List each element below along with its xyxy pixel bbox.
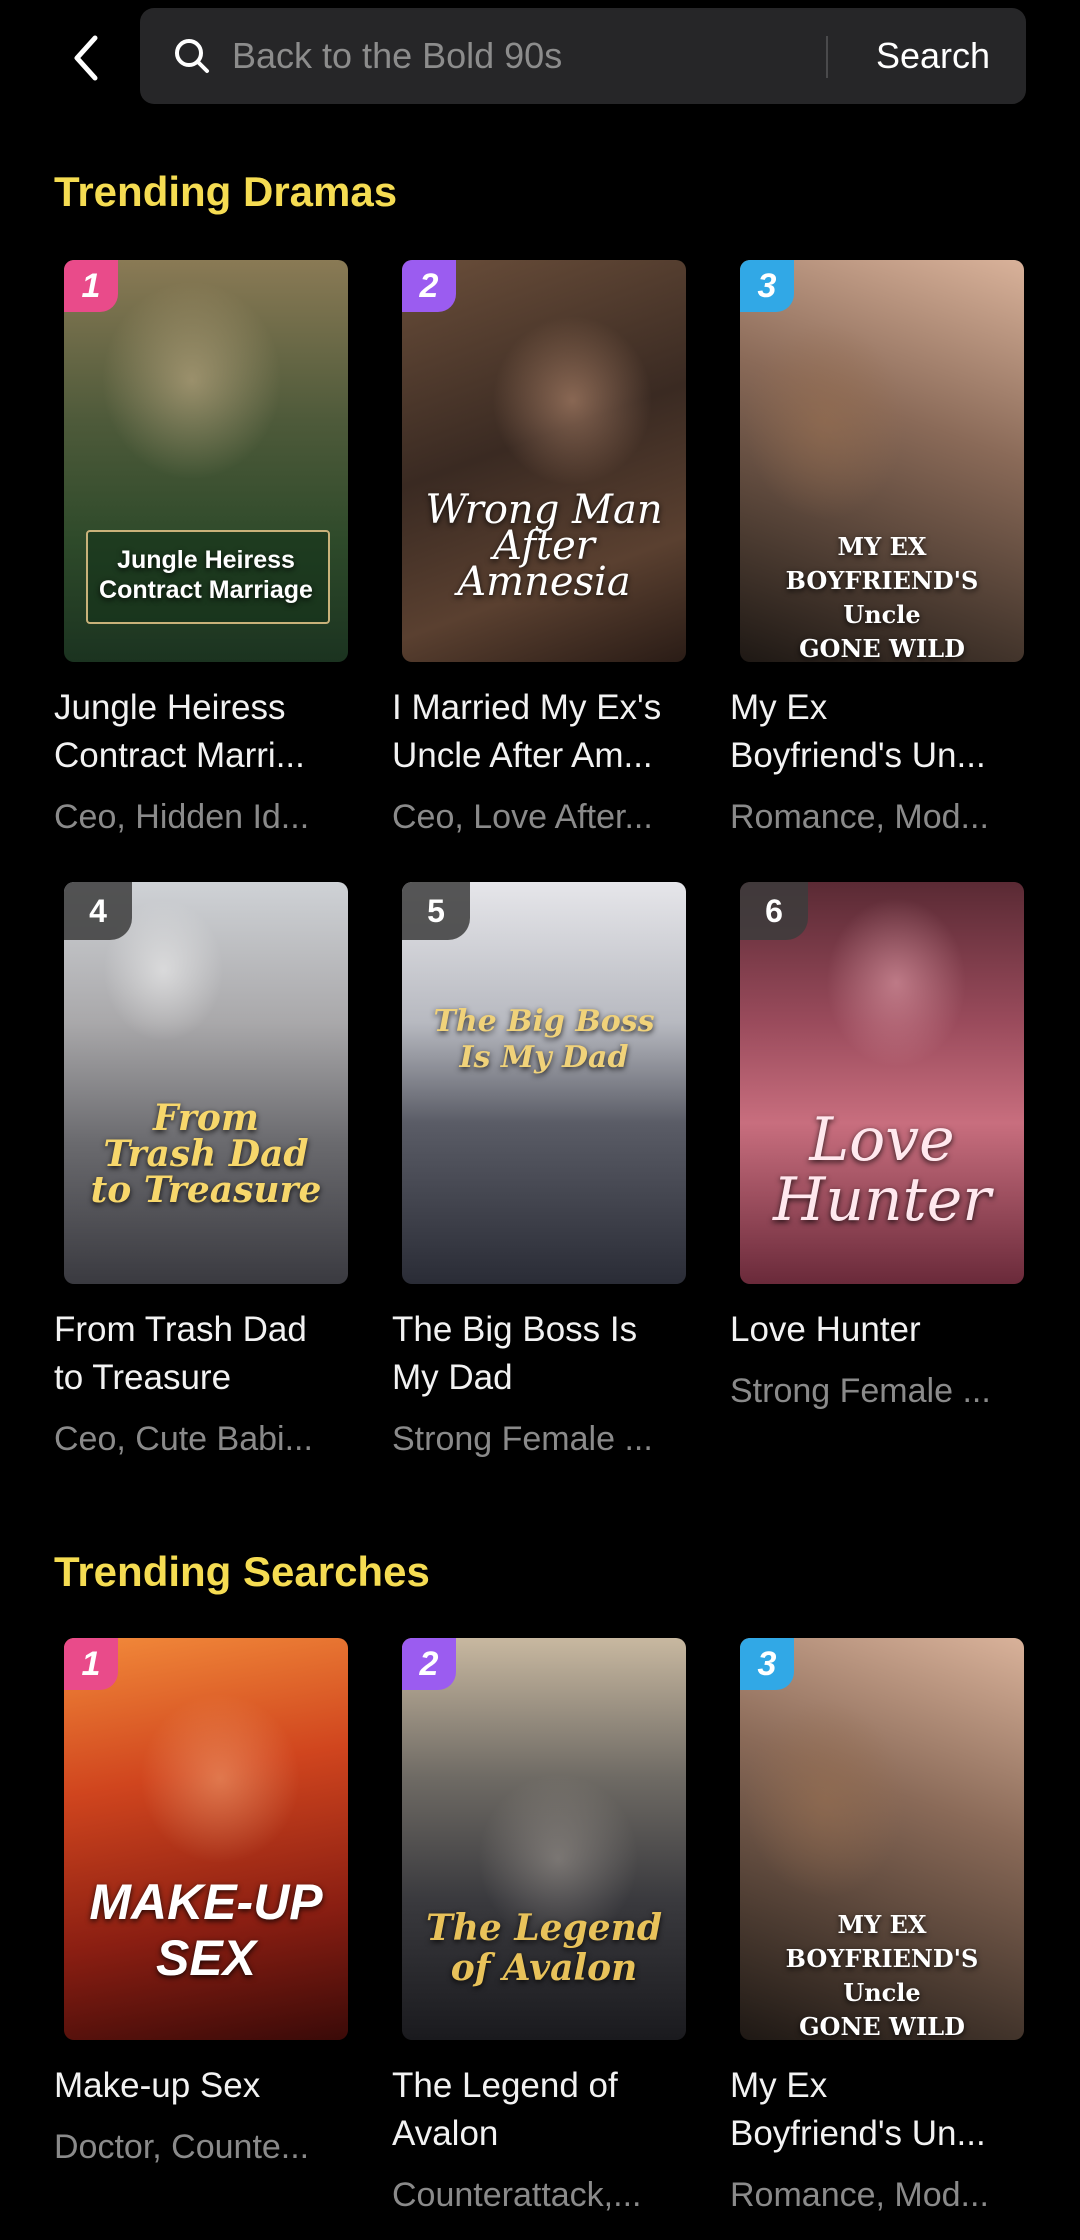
poster-image[interactable]: The Legend of Avalon 2 bbox=[402, 1638, 686, 2040]
rank-badge: 6 bbox=[740, 882, 808, 940]
header-bar: Back to the Bold 90s Search bbox=[0, 0, 1080, 120]
card-tags: Ceo, Love After... bbox=[392, 798, 653, 836]
poster-text: MAKE-UP SEX bbox=[89, 1874, 323, 1986]
rank-badge: 5 bbox=[402, 882, 470, 940]
rank-badge: 2 bbox=[402, 1638, 456, 1690]
card-title[interactable]: I Married My Ex's Uncle After Am... bbox=[392, 684, 692, 780]
card-tags: Romance, Mod... bbox=[730, 798, 989, 836]
section-title-trending-dramas: Trending Dramas bbox=[54, 168, 398, 215]
card-title[interactable]: The Legend of Avalon bbox=[392, 2062, 692, 2158]
card-title[interactable]: Make-up Sex bbox=[54, 2062, 354, 2110]
poster-image[interactable]: MY EX BOYFRIEND'S Uncle GONE WILD 3 bbox=[740, 260, 1024, 662]
card-tags: Counterattack,... bbox=[392, 2176, 642, 2214]
card-tags: Ceo, Cute Babi... bbox=[54, 1420, 313, 1458]
card-tags: Doctor, Counte... bbox=[54, 2128, 310, 2166]
back-button[interactable] bbox=[60, 28, 112, 88]
rank-badge: 3 bbox=[740, 260, 794, 312]
rank-badge: 1 bbox=[64, 1638, 118, 1690]
poster-image[interactable]: Love Hunter 6 bbox=[740, 882, 1024, 1284]
search-divider bbox=[826, 36, 828, 78]
rank-badge: 1 bbox=[64, 260, 118, 312]
card-title[interactable]: The Big Boss Is My Dad bbox=[392, 1306, 692, 1402]
card-title[interactable]: My Ex Boyfriend's Un... bbox=[730, 2062, 1030, 2158]
card-title[interactable]: My Ex Boyfriend's Un... bbox=[730, 684, 1030, 780]
poster-text: Wrong Man After Amnesia bbox=[425, 487, 663, 605]
poster-image[interactable]: MAKE-UP SEX 1 bbox=[64, 1638, 348, 2040]
card-tags: Romance, Mod... bbox=[730, 2176, 989, 2214]
poster-text: MY EX BOYFRIEND'S Uncle GONE WILD bbox=[785, 532, 979, 662]
search-button[interactable]: Search bbox=[840, 8, 1026, 104]
poster-text: The Legend of Avalon bbox=[425, 1907, 663, 1989]
poster-image[interactable]: Jungle Heiress Contract Marriage 1 bbox=[64, 260, 348, 662]
poster-text: MY EX BOYFRIEND'S Uncle GONE WILD bbox=[785, 1910, 979, 2040]
poster-text: Jungle Heiress Contract Marriage bbox=[99, 546, 313, 604]
search-icon bbox=[175, 39, 209, 73]
poster-image[interactable]: MY EX BOYFRIEND'S Uncle GONE WILD 3 bbox=[740, 1638, 1024, 2040]
rank-badge: 2 bbox=[402, 260, 456, 312]
poster-text: The Big Boss Is My Dad bbox=[433, 1004, 655, 1075]
search-box[interactable]: Back to the Bold 90s Search bbox=[140, 8, 1026, 104]
search-input[interactable]: Back to the Bold 90s bbox=[232, 8, 562, 104]
card-tags: Strong Female ... bbox=[730, 1372, 991, 1410]
section-title-trending-searches: Trending Searches bbox=[54, 1548, 430, 1595]
card-title[interactable]: Love Hunter bbox=[730, 1306, 1030, 1354]
chevron-left-icon bbox=[74, 35, 98, 81]
rank-badge: 4 bbox=[64, 882, 132, 940]
poster-image[interactable]: The Big Boss Is My Dad 5 bbox=[402, 882, 686, 1284]
card-title[interactable]: Jungle Heiress Contract Marri... bbox=[54, 684, 354, 780]
poster-image[interactable]: Wrong Man After Amnesia 2 bbox=[402, 260, 686, 662]
card-tags: Strong Female ... bbox=[392, 1420, 653, 1458]
poster-text: From Trash Dad to Treasure bbox=[90, 1097, 322, 1211]
rank-badge: 3 bbox=[740, 1638, 794, 1690]
card-title[interactable]: From Trash Dad to Treasure bbox=[54, 1306, 354, 1402]
poster-text: Love Hunter bbox=[773, 1105, 991, 1235]
card-tags: Ceo, Hidden Id... bbox=[54, 798, 310, 836]
poster-image[interactable]: From Trash Dad to Treasure 4 bbox=[64, 882, 348, 1284]
